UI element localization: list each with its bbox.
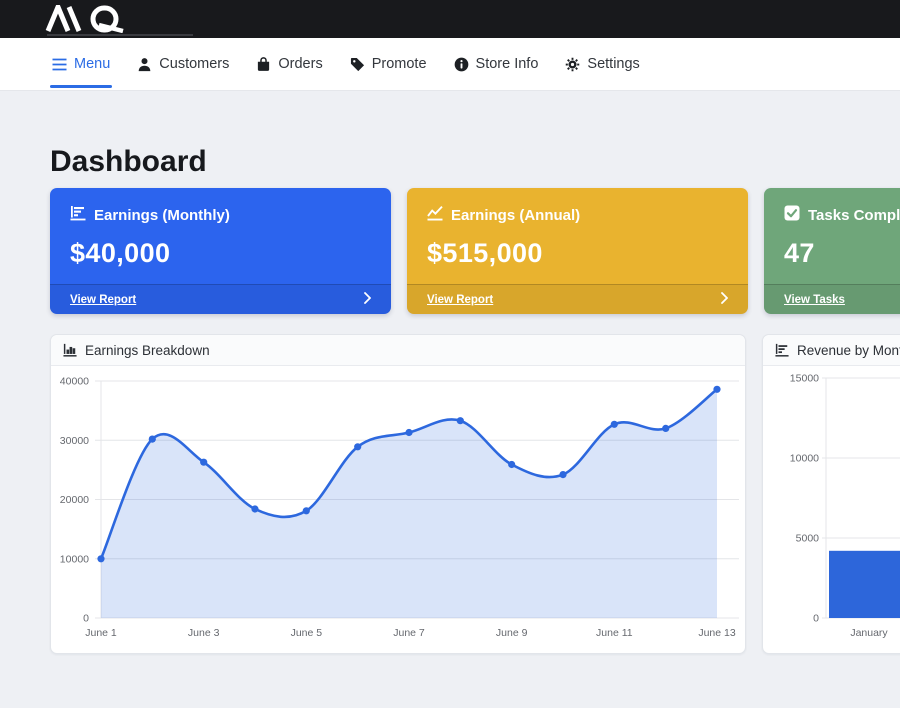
stat-card-value: 47 [784,238,900,269]
stat-card-value: $40,000 [70,238,371,269]
chart-card-title: Earnings Breakdown [85,343,210,358]
line-chart-icon [427,205,443,225]
nav-item-customers[interactable]: Customers [137,38,229,90]
check-square-icon [784,205,800,225]
bar-chart-icon [70,205,86,225]
view-report-link[interactable]: View Report [50,284,391,314]
view-tasks-link[interactable]: View Tasks [764,284,900,314]
active-tab-underline [50,85,112,88]
stat-card-title: Tasks Completed [808,207,900,224]
main-content: Dashboard Earnings (Monthly) $40,000 Vie… [0,145,900,654]
svg-text:0: 0 [83,613,89,625]
brand-logo-icon[interactable] [45,5,131,33]
logo-underline [47,34,193,36]
svg-text:5000: 5000 [796,533,820,545]
stat-card-body: Earnings (Annual) $515,000 [407,188,748,284]
hamburger-menu-icon [52,58,67,71]
stat-link-label: View Report [70,294,136,306]
svg-text:June 13: June 13 [698,627,736,639]
revenue-by-month-card: Revenue by Month 0 5000 10000 15000 January [762,334,900,654]
gear-icon [565,57,580,72]
stat-card-body: Tasks Completed 47 [764,188,900,284]
page-title: Dashboard [50,145,850,179]
nav-item-menu[interactable]: Menu [52,38,110,90]
tag-icon [350,57,365,72]
nav-label: Menu [74,56,110,72]
nav-label: Customers [159,56,229,72]
svg-text:June 5: June 5 [291,627,323,639]
revenue-by-month-header: Revenue by Month [763,335,900,366]
chevron-right-icon [364,291,371,309]
svg-text:June 9: June 9 [496,627,528,639]
topbar [0,0,900,38]
stat-card-title: Earnings (Annual) [451,207,580,224]
stat-link-label: View Report [427,294,493,306]
earnings-breakdown-line-chart: 0 10000 20000 30000 40000 June 1 June 3 June 5 J… [51,366,745,654]
bar-chart-icon [775,343,789,357]
svg-text:40000: 40000 [60,376,89,388]
charts-row: Earnings Breakdown 0 10000 20000 30000 40000… [50,334,850,654]
logo-stroke-caret [48,7,68,31]
stat-card-body: Earnings (Monthly) $40,000 [50,188,391,284]
svg-text:20000: 20000 [60,494,89,506]
view-report-link[interactable]: View Report [407,284,748,314]
earnings-breakdown-card: Earnings Breakdown 0 10000 20000 30000 40000… [50,334,746,654]
nav-label: Orders [278,56,322,72]
nav-label: Promote [372,56,427,72]
stat-link-label: View Tasks [784,294,845,306]
svg-text:15000: 15000 [790,373,819,385]
svg-text:January: January [850,627,888,639]
svg-text:10000: 10000 [60,553,89,565]
info-circle-icon [454,57,469,72]
svg-text:June 1: June 1 [85,627,117,639]
chart-card-title: Revenue by Month [797,343,900,358]
nav-label: Store Info [476,56,539,72]
svg-text:10000: 10000 [790,453,819,465]
stat-card-earnings-annual: Earnings (Annual) $515,000 View Report [407,188,748,314]
nav-item-store-info[interactable]: Store Info [454,38,539,90]
svg-text:0: 0 [813,613,819,625]
nav-item-promote[interactable]: Promote [350,38,427,90]
svg-text:June 11: June 11 [596,627,633,639]
stat-card-row: Earnings (Monthly) $40,000 View Report E… [50,188,850,314]
svg-text:June 3: June 3 [188,627,220,639]
nav-item-settings[interactable]: Settings [565,38,639,90]
nav-label: Settings [587,56,639,72]
shopping-bag-icon [256,57,271,72]
main-navbar: Menu Customers Orders Promote Store Info… [0,38,900,91]
chevron-right-icon [721,291,728,309]
svg-text:30000: 30000 [60,435,89,447]
nav-item-orders[interactable]: Orders [256,38,322,90]
stat-card-earnings-monthly: Earnings (Monthly) $40,000 View Report [50,188,391,314]
bar-chart-icon [63,343,77,357]
earnings-breakdown-header: Earnings Breakdown [51,335,745,366]
stat-card-value: $515,000 [427,238,728,269]
logo-stroke-slash [69,7,79,31]
stat-card-title: Earnings (Monthly) [94,207,230,224]
user-icon [137,57,152,72]
stat-card-tasks-completed: Tasks Completed 47 View Tasks [764,188,900,314]
revenue-by-month-bar-chart: 0 5000 10000 15000 January [763,366,900,654]
svg-text:June 7: June 7 [393,627,425,639]
